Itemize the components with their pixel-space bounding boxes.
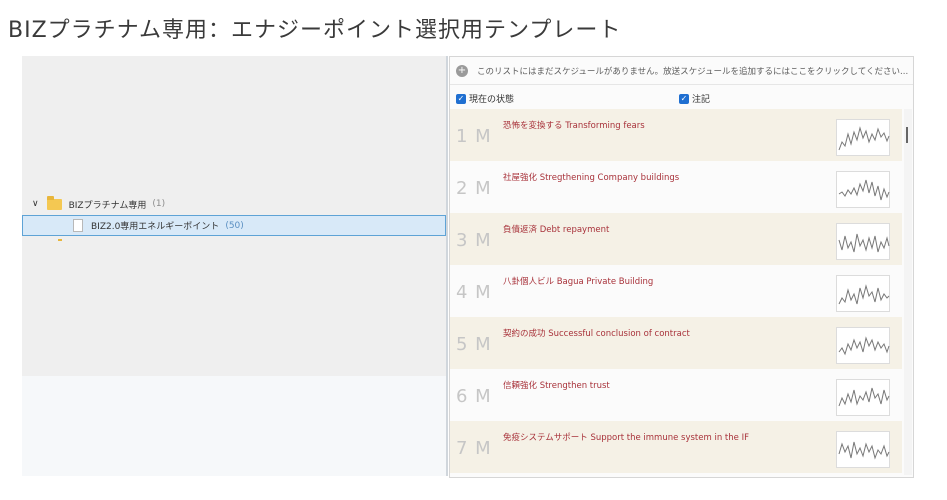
- item-title[interactable]: 恐怖を変換する Transforming fears: [503, 119, 645, 131]
- tree-item-count: (50): [225, 220, 244, 231]
- folder-icon: [46, 195, 62, 210]
- list-item[interactable]: 2 M 社屋強化 Stregthening Company buildings: [450, 161, 902, 213]
- folder-tree-panel: ∨ BIZプラチナム専用 (1) BIZ2.0専用エネルギーポイント (50): [22, 56, 448, 476]
- item-title[interactable]: 信頼強化 Strengthen trust: [503, 379, 610, 391]
- panel-splitter[interactable]: [446, 56, 448, 476]
- list-item[interactable]: 1 M 恐怖を変換する Transforming fears: [450, 109, 902, 161]
- waveform-thumbnail[interactable]: [836, 119, 890, 156]
- item-title[interactable]: 社屋強化 Stregthening Company buildings: [503, 171, 679, 183]
- info-message: このリストにはまだスケジュールがありません。放送スケジュールを追加するにはここを…: [477, 66, 909, 77]
- chevron-down-icon[interactable]: ∨: [32, 199, 39, 209]
- list-item[interactable]: 3 M 負債返済 Debt repayment: [450, 213, 902, 265]
- waveform-thumbnail[interactable]: [836, 275, 890, 312]
- status-checkbox[interactable]: ✓: [456, 93, 466, 104]
- tree-item-label: BIZ2.0専用エネルギーポイント: [91, 222, 220, 232]
- item-title[interactable]: 契約の成功 Successful conclusion of contract: [503, 327, 690, 339]
- item-number: 6 M: [456, 386, 492, 407]
- column-notes[interactable]: ✓ 注記: [679, 92, 710, 105]
- list-item[interactable]: 4 M 八卦個人ビル Bagua Private Building: [450, 265, 902, 317]
- waveform-thumbnail[interactable]: [836, 327, 890, 364]
- scroll-thumb[interactable]: [906, 127, 908, 143]
- item-number: 1 M: [456, 126, 492, 147]
- list-item[interactable]: 5 M 契約の成功 Successful conclusion of contr…: [450, 317, 902, 369]
- tree-item-biz-platinum[interactable]: ∨ BIZプラチナム専用 (1): [22, 194, 446, 214]
- column-header: ✓ 現在の状態 ✓ 注記: [450, 89, 913, 107]
- list-item[interactable]: 7 M 免疫システムサポート Support the immune system…: [450, 421, 902, 473]
- tree-item-biz2-energy-points[interactable]: BIZ2.0専用エネルギーポイント (50): [22, 215, 446, 236]
- tree-item-count: (1): [152, 199, 166, 209]
- list-item[interactable]: 6 M 信頼強化 Strengthen trust: [450, 369, 902, 421]
- item-number: 3 M: [456, 230, 492, 251]
- file-icon: [73, 219, 83, 232]
- waveform-thumbnail[interactable]: [836, 379, 890, 416]
- add-schedule-bar[interactable]: + このリストにはまだスケジュールがありません。放送スケジュールを追加するにはこ…: [450, 57, 913, 85]
- schedule-list-panel: + このリストにはまだスケジュールがありません。放送スケジュールを追加するにはこ…: [449, 56, 914, 478]
- waveform-thumbnail[interactable]: [836, 171, 890, 208]
- column-status-label: 現在の状態: [469, 95, 515, 105]
- waveform-thumbnail[interactable]: [836, 223, 890, 260]
- item-number: 7 M: [456, 438, 492, 459]
- column-status[interactable]: ✓ 現在の状態: [456, 92, 514, 105]
- item-title[interactable]: 負債返済 Debt repayment: [503, 223, 609, 235]
- add-icon[interactable]: +: [456, 64, 468, 77]
- column-notes-label: 注記: [692, 95, 711, 105]
- item-number: 2 M: [456, 178, 492, 199]
- page-title: BIZプラチナム専用：エナジーポイント選択用テンプレート: [8, 18, 622, 43]
- tree-item-label: BIZプラチナム専用: [68, 200, 147, 211]
- waveform-thumbnail[interactable]: [836, 431, 890, 468]
- item-title[interactable]: 八卦個人ビル Bagua Private Building: [503, 275, 653, 287]
- item-title[interactable]: 免疫システムサポート Support the immune system in …: [503, 431, 749, 443]
- item-number: 5 M: [456, 334, 492, 355]
- item-number: 4 M: [456, 282, 492, 303]
- list-scrollbar[interactable]: [904, 109, 912, 475]
- notes-checkbox[interactable]: ✓: [679, 93, 689, 104]
